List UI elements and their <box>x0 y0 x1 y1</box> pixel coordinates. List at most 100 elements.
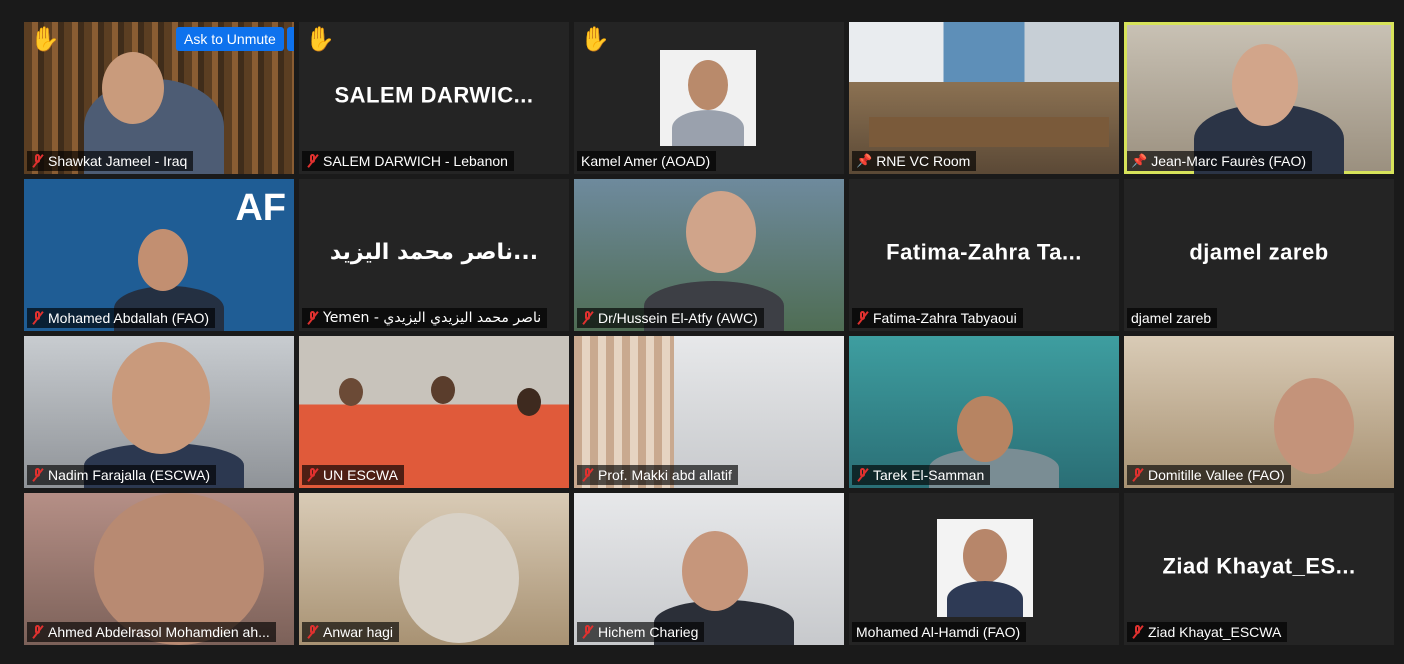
muted-mic-icon <box>1131 625 1144 639</box>
participant-face <box>399 513 519 643</box>
participant-name-bar: Domitille Vallee (FAO) <box>1127 465 1291 485</box>
participant-face <box>1274 378 1354 474</box>
participant-tile[interactable]: 📌 Jean-Marc Faurès (FAO) <box>1124 22 1394 174</box>
participant-face <box>686 191 756 273</box>
room-wall <box>849 22 1119 82</box>
more-options-button[interactable]: ··· <box>287 27 294 51</box>
muted-mic-icon <box>581 311 594 325</box>
raised-hand-icon: ✋ <box>305 26 335 53</box>
participant-name: Domitille Vallee (FAO) <box>1148 467 1285 483</box>
muted-mic-icon <box>856 311 869 325</box>
participant-face <box>339 378 363 406</box>
participant-name-bar: Hichem Charieg <box>577 622 705 642</box>
profile-photo <box>660 50 756 146</box>
participant-tile[interactable]: ✋ Kamel Amer (AOAD) <box>574 22 844 174</box>
participant-name: Shawkat Jameel - Iraq <box>48 153 188 169</box>
muted-mic-icon <box>31 625 44 639</box>
participant-tile[interactable]: Ahmed Abdelrasol Mohamdien ah... <box>24 493 294 645</box>
participant-tile[interactable]: Dr/Hussein El-Atfy (AWC) <box>574 179 844 331</box>
participant-tile[interactable]: AF Mohamed Abdallah (FAO) <box>24 179 294 331</box>
muted-mic-icon <box>31 154 44 168</box>
participant-name: Anwar hagi <box>323 624 394 640</box>
participant-display-name: Ziad Khayat_ES... <box>1162 553 1356 579</box>
participant-face <box>688 60 728 110</box>
participant-name-bar: Kamel Amer (AOAD) <box>577 151 717 171</box>
muted-mic-icon <box>31 311 44 325</box>
participant-name: RNE VC Room <box>876 153 971 169</box>
participant-name: Mohamed Abdallah (FAO) <box>48 310 210 326</box>
participant-tile[interactable]: djamel zareb djamel zareb <box>1124 179 1394 331</box>
participant-name: Hichem Charieg <box>598 624 699 640</box>
participant-name: Yemen - ناصر محمد اليزيدي اليزيدي <box>323 310 542 326</box>
participant-display-name: SALEM DARWIC... <box>334 82 534 108</box>
participant-face <box>102 52 164 124</box>
participant-face <box>682 531 748 611</box>
participant-name-bar: Shawkat Jameel - Iraq <box>27 151 194 171</box>
participant-tile[interactable]: ناصر محمد اليزيد... Yemen - ناصر محمد ال… <box>299 179 569 331</box>
muted-mic-icon <box>306 154 319 168</box>
participant-name-bar: 📌 RNE VC Room <box>852 151 977 171</box>
participant-name: Ahmed Abdelrasol Mohamdien ah... <box>48 624 270 640</box>
participant-name-bar: Fatima-Zahra Tabyaoui <box>852 308 1023 328</box>
participant-name-bar: 📌 Jean-Marc Faurès (FAO) <box>1127 151 1313 171</box>
participant-tile[interactable]: Fatima-Zahra Ta... Fatima-Zahra Tabyaoui <box>849 179 1119 331</box>
participant-name: Mohamed Al-Hamdi (FAO) <box>856 624 1021 640</box>
raised-hand-icon: ✋ <box>30 26 60 53</box>
participant-name: Ziad Khayat_ESCWA <box>1148 624 1282 640</box>
participant-name: Nadim Farajalla (ESCWA) <box>48 467 211 483</box>
participant-name-bar: Dr/Hussein El-Atfy (AWC) <box>577 308 764 328</box>
conference-table <box>869 117 1109 147</box>
participant-tile[interactable]: ✋ Ask to Unmute ··· Shawkat Jameel - Ira… <box>24 22 294 174</box>
participant-name: Jean-Marc Faurès (FAO) <box>1151 153 1307 169</box>
participant-name-bar: Ziad Khayat_ESCWA <box>1127 622 1288 642</box>
participant-video <box>672 110 744 146</box>
participant-name: Tarek El-Samman <box>873 467 985 483</box>
participant-tile[interactable]: ✋ SALEM DARWIC... SALEM DARWICH - Lebano… <box>299 22 569 174</box>
participant-video <box>947 581 1023 617</box>
ask-to-unmute-button[interactable]: Ask to Unmute <box>176 27 284 51</box>
pin-icon: 📌 <box>856 153 873 168</box>
participant-display-name: Fatima-Zahra Ta... <box>886 239 1082 265</box>
participant-tile[interactable]: Nadim Farajalla (ESCWA) <box>24 336 294 488</box>
participant-tile[interactable]: Tarek El-Samman <box>849 336 1119 488</box>
participant-tile[interactable]: 📌 RNE VC Room <box>849 22 1119 174</box>
gallery-grid: ✋ Ask to Unmute ··· Shawkat Jameel - Ira… <box>24 22 1394 645</box>
muted-mic-icon <box>1131 468 1144 482</box>
participant-name-bar: Mohamed Abdallah (FAO) <box>27 308 216 328</box>
muted-mic-icon <box>581 625 594 639</box>
participant-tile[interactable]: Ziad Khayat_ES... Ziad Khayat_ESCWA <box>1124 493 1394 645</box>
participant-tile[interactable]: Hichem Charieg <box>574 493 844 645</box>
participant-name: djamel zareb <box>1131 310 1212 326</box>
muted-mic-icon <box>306 625 319 639</box>
muted-mic-icon <box>856 468 869 482</box>
participant-display-name: ناصر محمد اليزيد... <box>329 240 539 265</box>
participant-name-bar: Yemen - ناصر محمد اليزيدي اليزيدي <box>302 308 548 328</box>
participant-face <box>957 396 1013 462</box>
participant-tile[interactable]: Anwar hagi <box>299 493 569 645</box>
muted-mic-icon <box>581 468 594 482</box>
muted-mic-icon <box>31 468 44 482</box>
participant-name-bar: Anwar hagi <box>302 622 400 642</box>
participant-tile[interactable]: UN ESCWA <box>299 336 569 488</box>
participant-name: Fatima-Zahra Tabyaoui <box>873 310 1017 326</box>
participant-name-bar: Prof. Makki abd allatif <box>577 465 738 485</box>
participant-face <box>1232 44 1298 126</box>
participant-name: Kamel Amer (AOAD) <box>581 153 711 169</box>
participant-name-bar: Mohamed Al-Hamdi (FAO) <box>852 622 1027 642</box>
participant-name-bar: Ahmed Abdelrasol Mohamdien ah... <box>27 622 276 642</box>
participant-face <box>431 376 455 404</box>
participant-tile[interactable]: Domitille Vallee (FAO) <box>1124 336 1394 488</box>
raised-hand-icon: ✋ <box>580 26 610 53</box>
logo: AF <box>235 187 286 229</box>
participant-face <box>517 388 541 416</box>
participant-name: Dr/Hussein El-Atfy (AWC) <box>598 310 758 326</box>
participant-face <box>963 529 1007 583</box>
participant-name: Prof. Makki abd allatif <box>598 467 732 483</box>
participant-tile[interactable]: Prof. Makki abd allatif <box>574 336 844 488</box>
participant-face <box>112 342 210 454</box>
muted-mic-icon <box>306 468 319 482</box>
participant-name-bar: Nadim Farajalla (ESCWA) <box>27 465 217 485</box>
participant-name: UN ESCWA <box>323 467 398 483</box>
profile-photo <box>937 519 1033 617</box>
participant-tile[interactable]: Mohamed Al-Hamdi (FAO) <box>849 493 1119 645</box>
